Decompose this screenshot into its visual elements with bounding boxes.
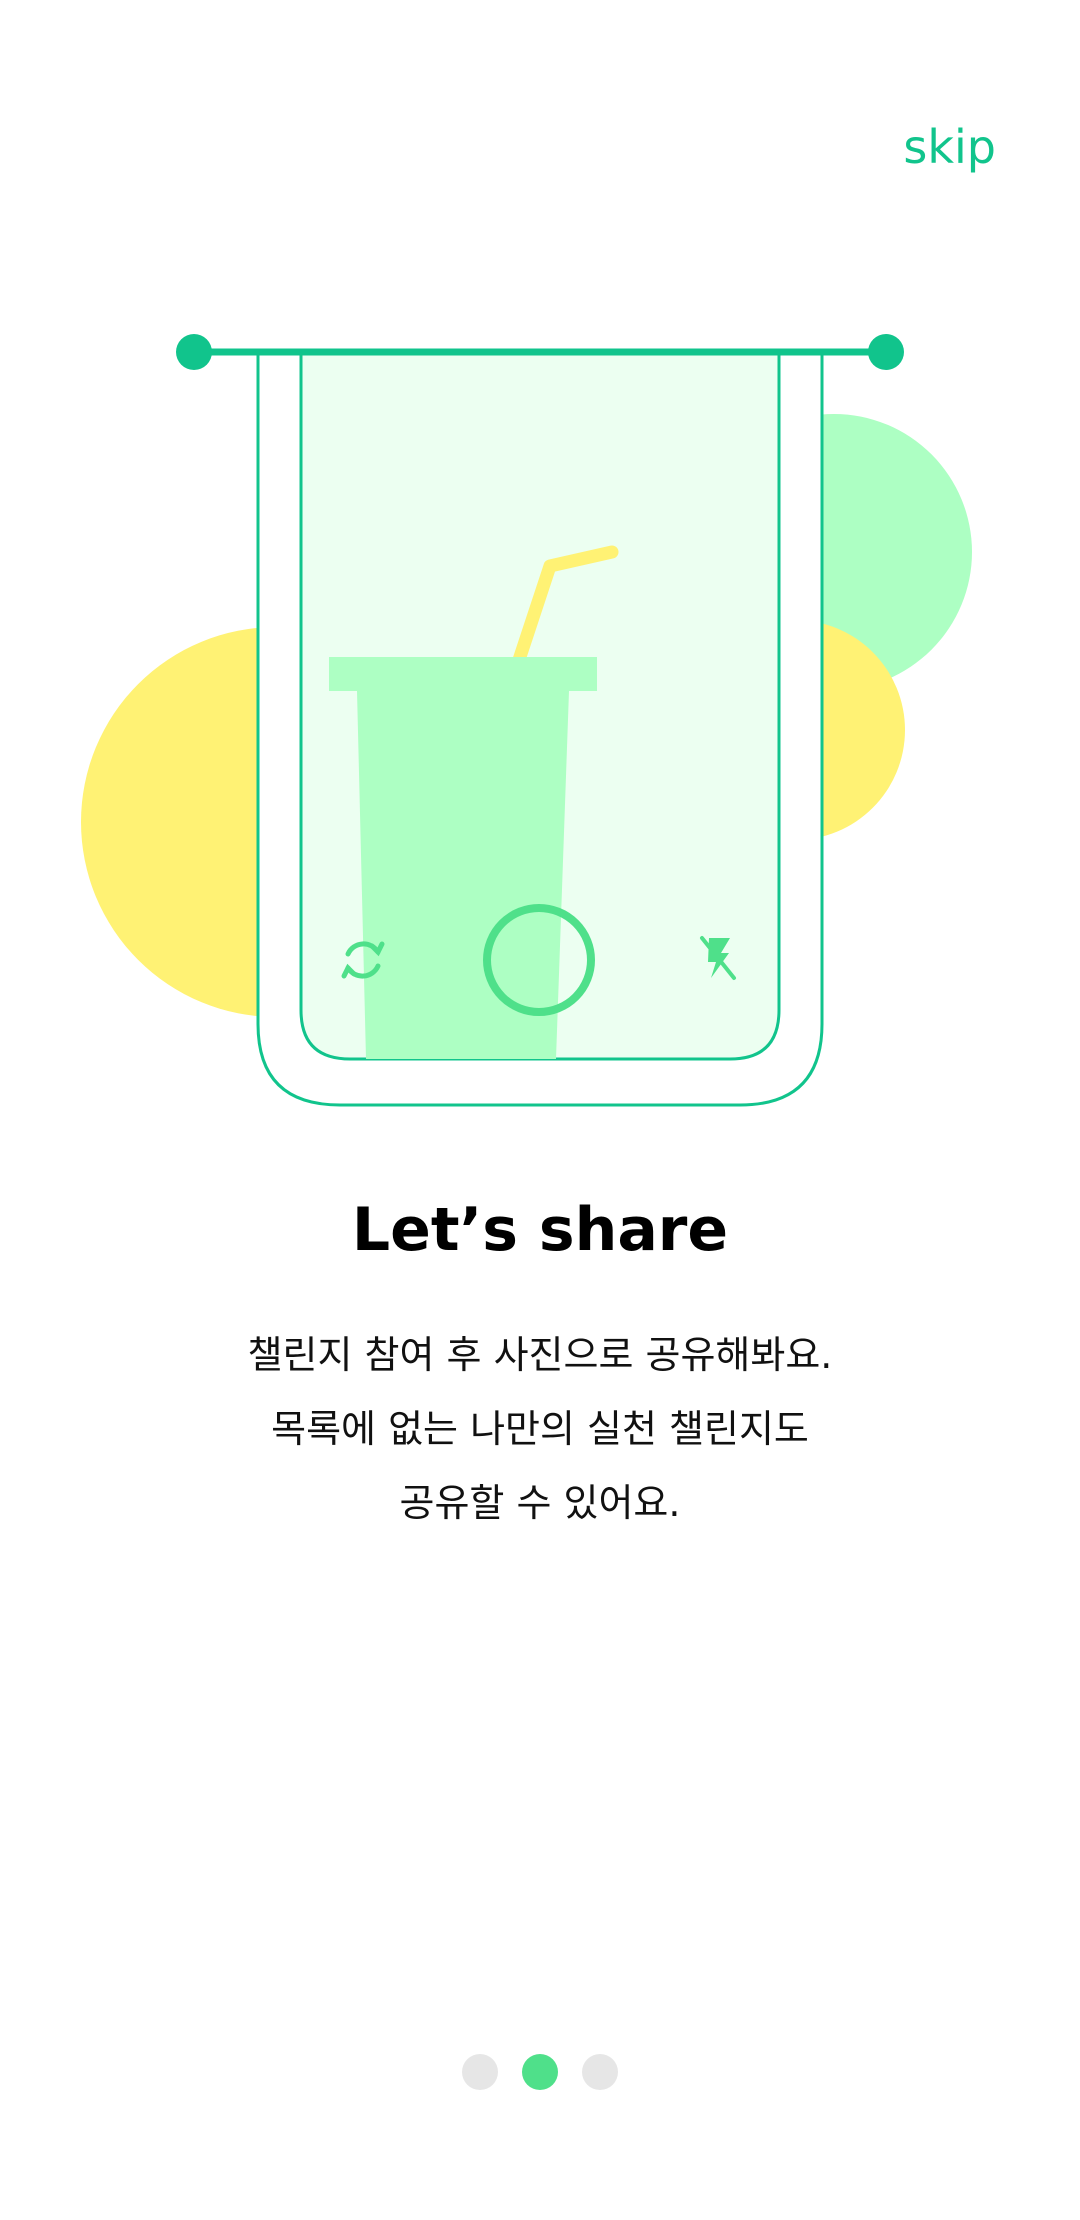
description: 챌린지 참여 후 사진으로 공유해봐요. 목록에 없는 나만의 실천 챌린지도 …	[0, 1318, 1080, 1540]
page-dot-3[interactable]	[582, 2054, 618, 2090]
top-bar-handle-right	[868, 334, 904, 370]
page-title: Let’s share	[351, 1195, 729, 1265]
page-indicator	[0, 2054, 1080, 2090]
page-dot-1[interactable]	[462, 2054, 498, 2090]
description-line: 챌린지 참여 후 사진으로 공유해봐요.	[247, 1333, 833, 1377]
page-dot-2-active[interactable]	[522, 2054, 558, 2090]
drink-cup-icon	[329, 657, 597, 1059]
description-line: 목록에 없는 나만의 실천 챌린지도	[271, 1407, 809, 1451]
top-bar-handle-left	[176, 334, 212, 370]
onboarding-screen: skip Let’s share 챌린지 참여 후 사진으로 공유해봐요. 목록…	[0, 0, 1080, 2220]
description-line: 공유할 수 있어요.	[399, 1481, 681, 1525]
phone-camera-illustration	[81, 334, 972, 1107]
